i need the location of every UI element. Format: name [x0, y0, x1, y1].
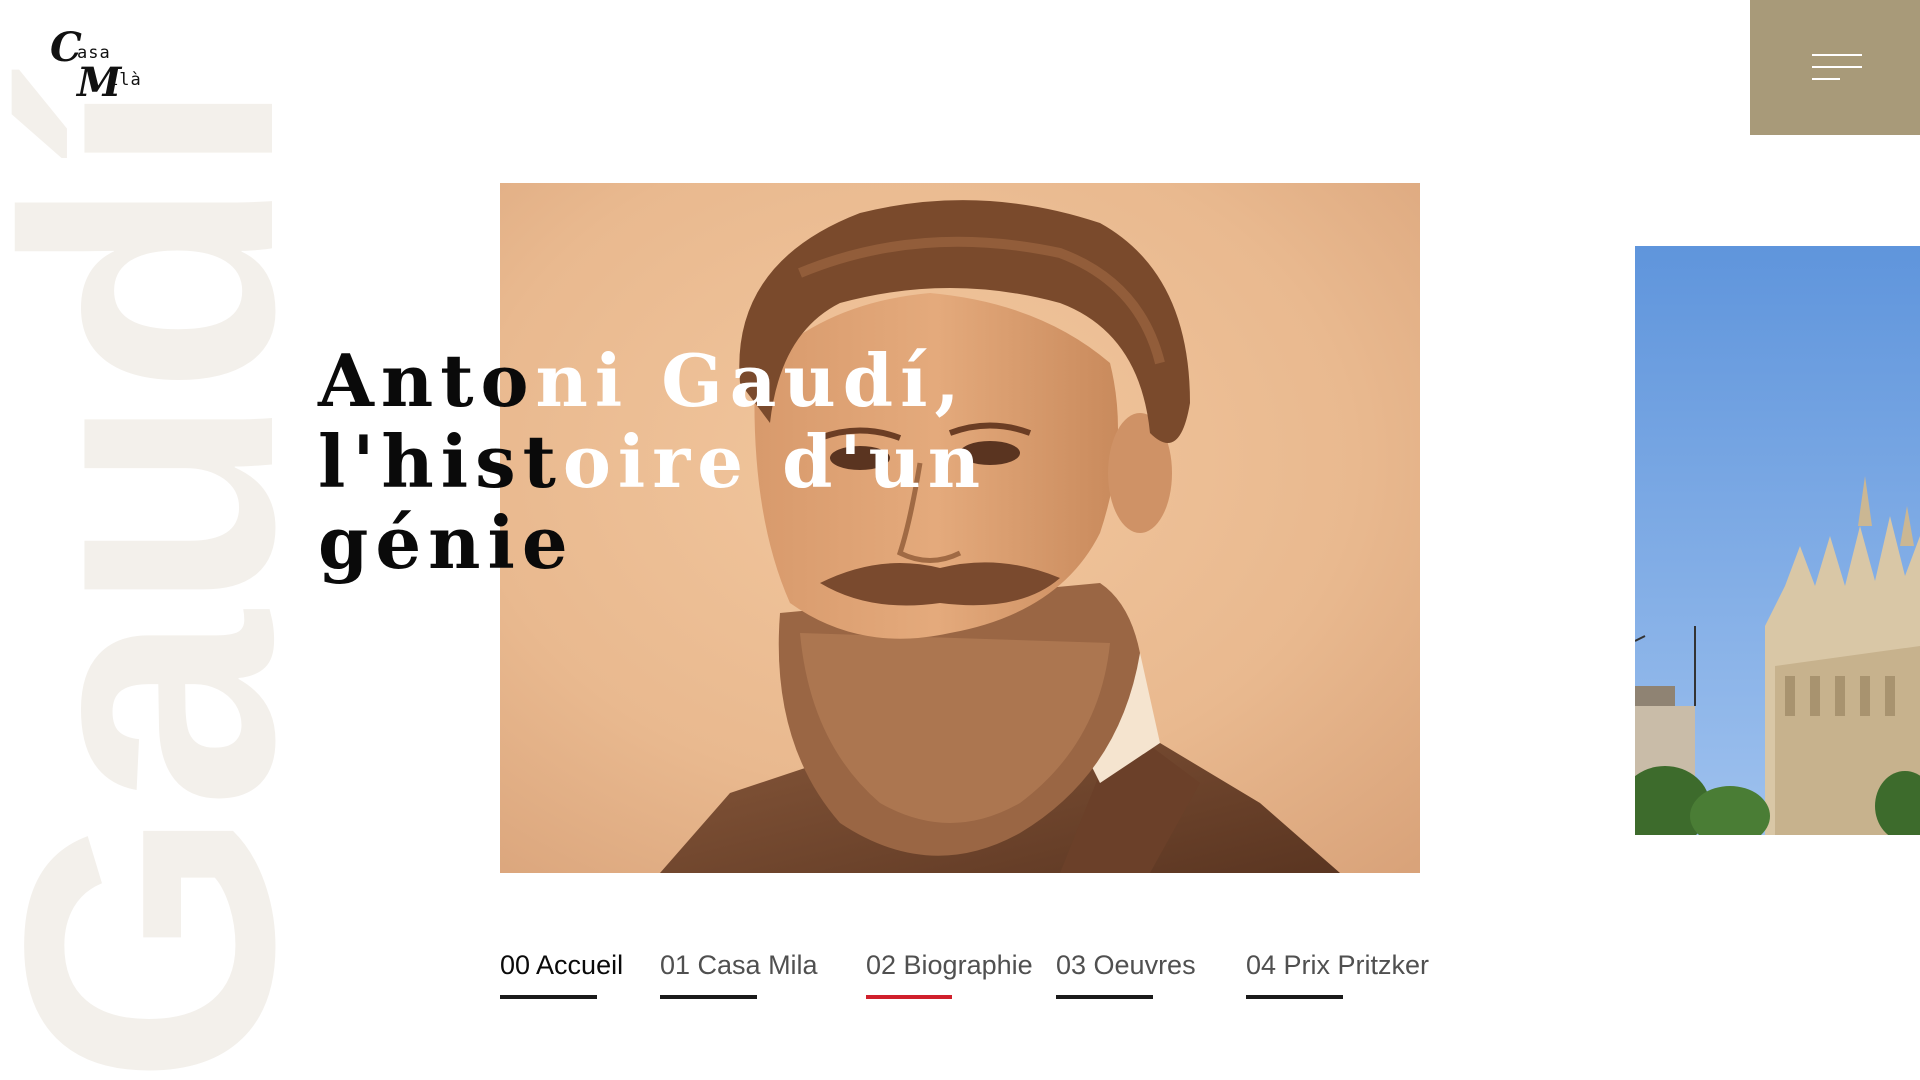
- hamburger-menu-icon: [1812, 54, 1862, 80]
- hero-title: Antoni Gaudí, l'histoire d'un génie: [318, 338, 980, 583]
- page: Gaudí C asa M ilà Antoni Gaudí, l'histoi…: [0, 0, 1920, 1080]
- section-tabs: 00 Accueil 01 Casa Mila 02 Biographie 03…: [0, 945, 1920, 1005]
- tab-biographie[interactable]: 02 Biographie: [866, 945, 1033, 999]
- hero-title-block: Antoni Gaudí, l'histoire d'un génie: [318, 338, 980, 583]
- title-line-3: génie: [318, 502, 918, 583]
- tab-label: 01 Casa Mila: [660, 950, 818, 980]
- title-line-2: l'histoire d'un: [318, 419, 980, 504]
- tab-label: 02 Biographie: [866, 950, 1033, 980]
- tab-label: 03 Oeuvres: [1056, 950, 1196, 980]
- side-preview-image[interactable]: [1635, 246, 1920, 835]
- watermark-text: Gaudí: [0, 67, 280, 1080]
- title-line-3-dark: génie: [318, 500, 575, 585]
- tab-prix-pritzker[interactable]: 04 Prix Pritzker: [1246, 945, 1429, 999]
- tab-underline: [1056, 995, 1153, 999]
- title-line-1: Antoni Gaudí,: [318, 338, 960, 423]
- tab-underline: [500, 995, 597, 999]
- title-line-1-light: ni Gaudí,: [535, 338, 967, 423]
- tab-underline: [660, 995, 757, 999]
- watermark-svg: Gaudí: [0, 67, 280, 1080]
- tab-label: 04 Prix Pritzker: [1246, 950, 1430, 980]
- cathedral-illustration: [1635, 246, 1920, 835]
- tab-casa-mila[interactable]: 01 Casa Mila: [660, 945, 818, 999]
- tab-underline: [866, 995, 952, 999]
- menu-button[interactable]: [1750, 0, 1920, 135]
- background-watermark: Gaudí: [0, 0, 280, 1080]
- site-logo[interactable]: C asa M ilà: [50, 28, 150, 108]
- logo-text-ila: ilà: [108, 70, 142, 90]
- tab-underline: [1246, 995, 1343, 999]
- tab-oeuvres[interactable]: 03 Oeuvres: [1056, 945, 1196, 999]
- title-line-2-light: oire d'un: [562, 419, 988, 504]
- title-line-1-dark: Anto: [318, 338, 536, 423]
- tab-accueil[interactable]: 00 Accueil: [500, 945, 623, 999]
- title-line-2-dark: l'hist: [318, 419, 563, 504]
- tab-label: 00 Accueil: [500, 950, 624, 980]
